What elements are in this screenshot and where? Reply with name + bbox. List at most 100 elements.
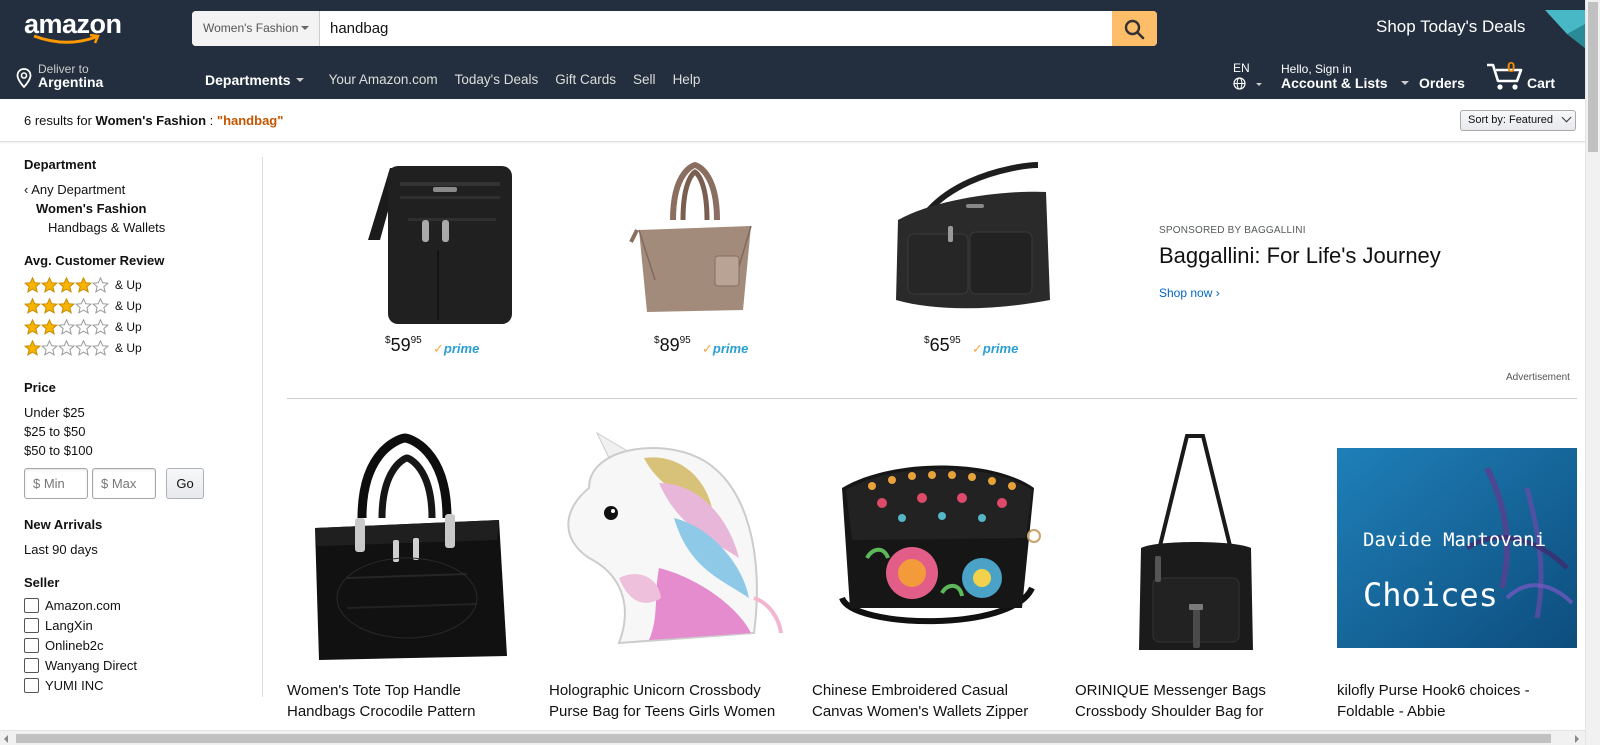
sponsored-headline[interactable]: Baggallini: For Life's Journey xyxy=(1159,243,1441,269)
review-up-label: & Up xyxy=(115,278,142,292)
seller-label: Onlineb2c xyxy=(45,638,104,653)
review-filter-3[interactable]: & Up xyxy=(24,298,142,314)
sponsored-price-1: $5995 xyxy=(385,335,422,356)
seller-amazon[interactable]: Amazon.com xyxy=(24,598,121,613)
chevron-right-icon: › xyxy=(1215,286,1220,300)
last-90-days-link[interactable]: Last 90 days xyxy=(24,542,98,557)
product-title-line: Foldable - Abbie xyxy=(1337,703,1446,720)
price-under-25[interactable]: Under $25 xyxy=(24,405,85,420)
horizontal-scrollbar[interactable] xyxy=(0,730,1585,745)
product-title[interactable]: ORINIQUE Messenger Bags Crossbody Should… xyxy=(1075,680,1315,722)
search-icon xyxy=(1124,19,1145,40)
price-max-input[interactable]: $ Max xyxy=(92,468,156,499)
purse-hook-image: Davide Mantovani Choices xyxy=(1337,448,1577,648)
product-title-line: Holographic Unicorn Crossbody xyxy=(549,682,761,699)
nav-your-amazon[interactable]: Your Amazon.com xyxy=(329,72,438,88)
seller-checkbox[interactable] xyxy=(24,638,39,653)
product-title[interactable]: Chinese Embroidered Casual Canvas Women'… xyxy=(812,680,1052,722)
departments-menu[interactable]: Departments xyxy=(205,72,304,88)
nav-help[interactable]: Help xyxy=(673,72,701,88)
sponsored-item-1[interactable] xyxy=(360,160,520,330)
sort-label: Sort by: xyxy=(1468,114,1506,126)
seller-yumi[interactable]: YUMI INC xyxy=(24,678,104,693)
seller-checkbox[interactable] xyxy=(24,658,39,673)
search-input[interactable] xyxy=(320,11,1105,46)
amazon-logo[interactable]: amazon xyxy=(24,10,129,46)
vertical-scrollbar[interactable] xyxy=(1585,0,1600,745)
black-crossbody-bag-image xyxy=(368,166,512,324)
product-title[interactable]: Holographic Unicorn Crossbody Purse Bag … xyxy=(549,680,789,722)
smile-arrow-icon xyxy=(33,34,100,44)
taupe-tote-bag-image xyxy=(629,161,752,312)
scroll-right-arrow-icon[interactable] xyxy=(1575,735,1579,743)
star-empty-icon xyxy=(75,319,92,335)
seller-checkbox[interactable] xyxy=(24,678,39,693)
globe-icon xyxy=(1233,77,1246,90)
nav-gift-cards[interactable]: Gift Cards xyxy=(555,72,616,88)
sort-dropdown[interactable]: Sort by: Featured xyxy=(1460,110,1576,131)
review-filter-2[interactable]: & Up xyxy=(24,319,142,335)
chevron-down-icon xyxy=(1401,81,1409,85)
nav-todays-deals[interactable]: Today's Deals xyxy=(455,72,539,88)
product-title-line: Purse Bag for Teens Girls Women xyxy=(549,703,776,720)
language-code: EN xyxy=(1233,61,1250,75)
seller-langxin[interactable]: LangXin xyxy=(24,618,93,633)
search-button[interactable] xyxy=(1112,11,1157,46)
price-50-100[interactable]: $50 to $100 xyxy=(24,443,93,458)
review-filter-4[interactable]: & Up xyxy=(24,277,142,293)
account-menu[interactable]: Hello, Sign in Account & Lists xyxy=(1281,62,1409,91)
star-empty-icon xyxy=(92,319,109,335)
sponsored-item-2[interactable] xyxy=(625,160,765,330)
review-filter-1[interactable]: & Up xyxy=(24,340,142,356)
star-empty-icon xyxy=(58,340,75,356)
chevron-down-icon xyxy=(301,26,309,30)
advertisement-label: Advertisement xyxy=(1506,372,1570,383)
star-filled-icon xyxy=(24,277,41,293)
black-messenger-bag-image xyxy=(1139,434,1253,650)
orders-link[interactable]: Orders xyxy=(1419,75,1465,91)
seller-heading: Seller xyxy=(24,575,60,590)
stars-rating xyxy=(24,340,109,356)
search-department-select[interactable]: Women's Fashion xyxy=(192,11,320,46)
seller-checkbox[interactable] xyxy=(24,618,39,633)
prime-check-icon: ✓ xyxy=(972,341,983,356)
todays-deals-banner[interactable]: Shop Today's Deals xyxy=(1376,17,1525,37)
sponsored-item-3[interactable] xyxy=(878,160,1058,330)
product-title[interactable]: kilofly Purse Hook6 choices - Foldable -… xyxy=(1337,680,1577,722)
seller-wanyang[interactable]: Wanyang Direct xyxy=(24,658,137,673)
seller-checkbox[interactable] xyxy=(24,598,39,613)
sidebar-divider xyxy=(262,157,263,697)
search-department-label: Women's Fashion xyxy=(203,21,299,35)
product-title-line: Crossbody Shoulder Bag for xyxy=(1075,703,1264,720)
product-title-line: kilofly Purse Hook6 choices - xyxy=(1337,682,1530,699)
cart-button[interactable]: 0 Cart xyxy=(1486,59,1566,93)
department-heading: Department xyxy=(24,157,97,172)
star-empty-icon xyxy=(92,277,109,293)
shop-now-link[interactable]: Shop now › xyxy=(1159,286,1220,300)
nav-sell[interactable]: Sell xyxy=(633,72,656,88)
prime-label: prime xyxy=(982,341,1019,356)
scroll-left-arrow-icon[interactable] xyxy=(4,735,8,743)
account-lists-label: Account & Lists xyxy=(1281,75,1388,91)
price-min-input[interactable]: $ Min xyxy=(24,468,88,499)
vertical-scroll-thumb[interactable] xyxy=(1588,2,1598,152)
stars-rating xyxy=(24,298,109,314)
star-empty-icon xyxy=(58,319,75,335)
seller-onlineb2c[interactable]: Onlineb2c xyxy=(24,638,104,653)
price-go-button[interactable]: Go xyxy=(166,468,204,499)
results-category: Women's Fashion xyxy=(95,113,207,128)
any-department-link[interactable]: ‹ Any Department xyxy=(24,182,125,197)
horizontal-scroll-thumb[interactable] xyxy=(16,734,1551,743)
seller-label: Wanyang Direct xyxy=(45,658,137,673)
price-heading: Price xyxy=(24,380,56,395)
department-sub-handbags[interactable]: Handbags & Wallets xyxy=(48,220,165,235)
price-25-50[interactable]: $25 to $50 xyxy=(24,424,85,439)
department-selected[interactable]: Women's Fashion xyxy=(36,201,146,216)
star-filled-icon xyxy=(41,319,58,335)
language-selector[interactable]: EN xyxy=(1233,61,1262,90)
review-up-label: & Up xyxy=(115,320,142,334)
ad-divider xyxy=(287,398,1577,399)
main-nav: Departments Your Amazon.com Today's Deal… xyxy=(205,72,717,88)
black-croc-tote-image xyxy=(315,433,507,660)
product-title[interactable]: Women's Tote Top Handle Handbags Crocodi… xyxy=(287,680,527,722)
